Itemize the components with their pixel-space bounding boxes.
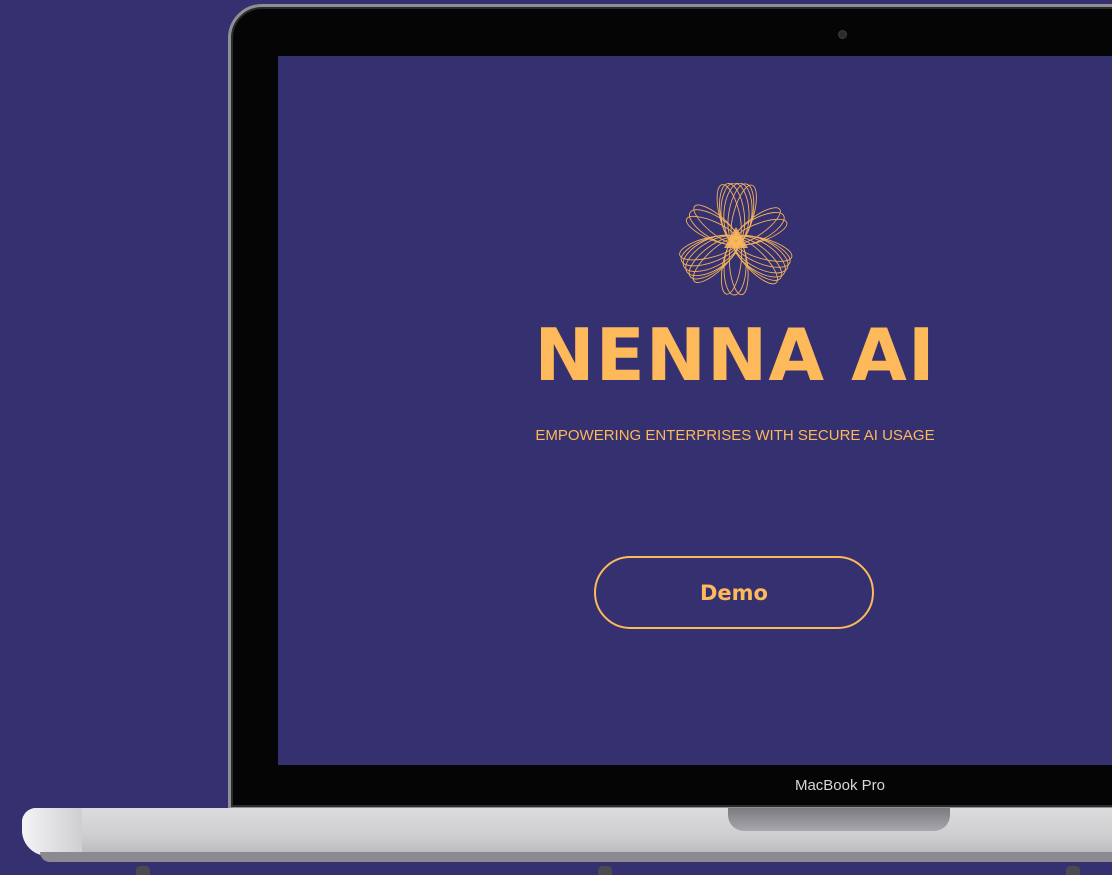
- flower-petals-logo-icon: [679, 183, 793, 296]
- device-model-label: MacBook Pro: [794, 777, 886, 794]
- tagline: EMPOWERING ENTERPRISES WITH SECURE AI US…: [535, 427, 935, 444]
- brand-title: NENNA AI: [534, 313, 936, 397]
- demo-button[interactable]: Demo: [594, 556, 874, 629]
- laptop-foot: [598, 866, 612, 875]
- lid-opening-notch: [728, 808, 950, 831]
- webcam-icon: [838, 30, 847, 39]
- laptop-foot: [1066, 866, 1080, 875]
- laptop-foot: [136, 866, 150, 875]
- laptop-mockup: NENNA AI EMPOWERING ENTERPRISES WITH SEC…: [0, 0, 1112, 875]
- laptop-base-highlight: [22, 808, 82, 856]
- laptop-screen: [278, 56, 1112, 765]
- laptop-base-shadow: [40, 852, 1112, 862]
